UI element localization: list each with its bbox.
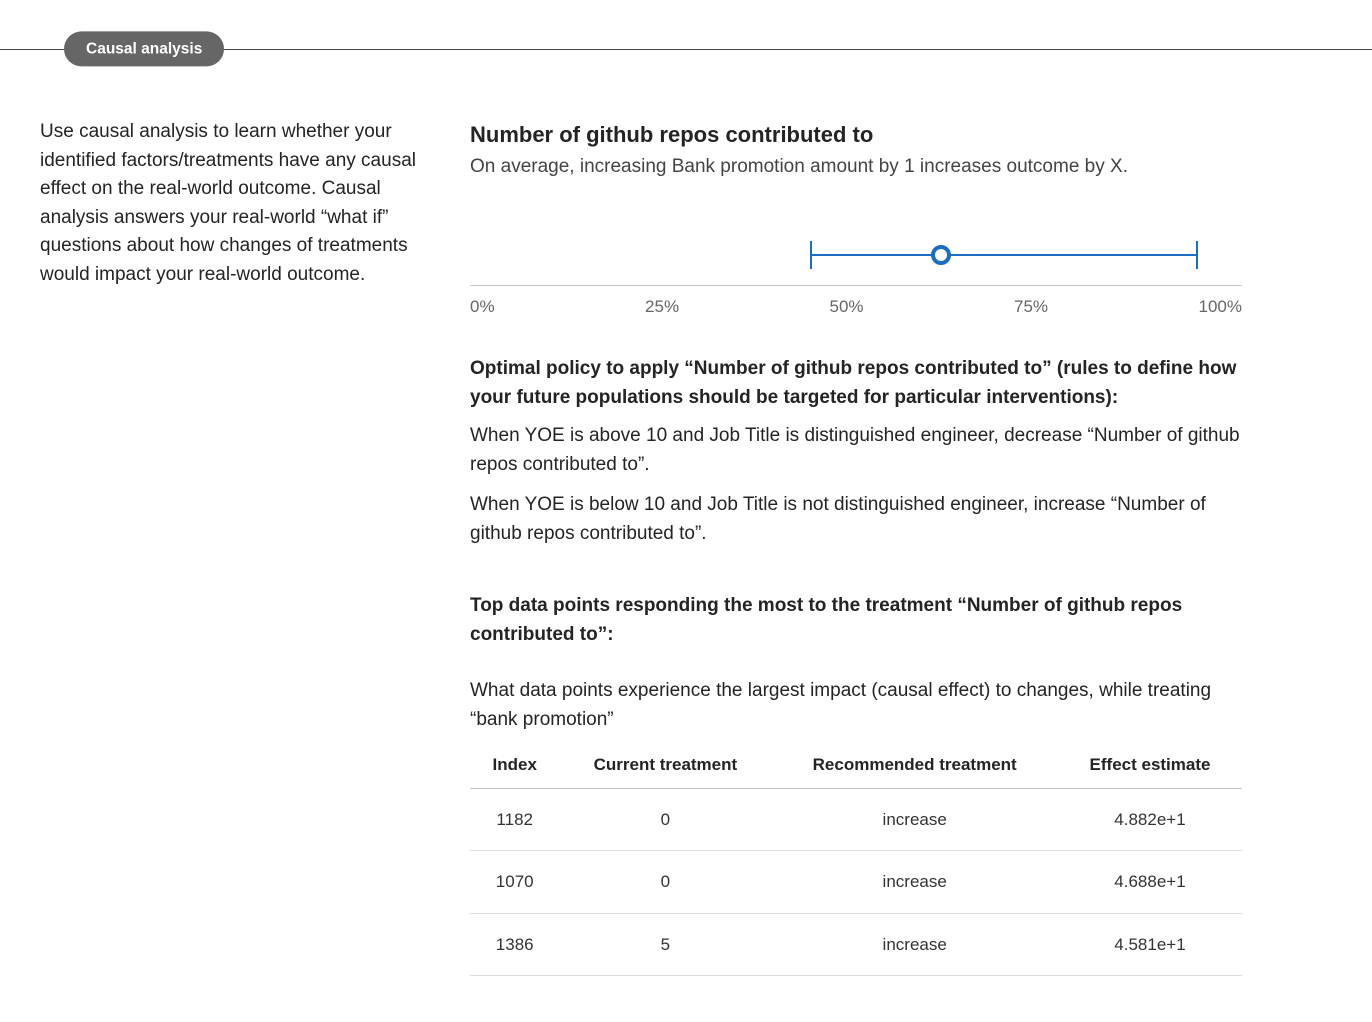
table-row: 10700increase4.688e+1 <box>470 851 1242 914</box>
top-points-table: Index Current treatment Recommended trea… <box>470 742 1242 976</box>
top-points-heading: Top data points responding the most to t… <box>470 592 1242 649</box>
table-cell: 4.882e+1 <box>1058 788 1242 851</box>
section-divider: Causal analysis <box>0 38 1372 60</box>
tick: 50% <box>830 294 864 320</box>
main-content: Use causal analysis to learn whether you… <box>0 60 1372 1016</box>
intro-text: Use causal analysis to learn whether you… <box>40 118 430 289</box>
treatment-title: Number of github repos contributed to <box>470 118 1242 151</box>
left-column: Use causal analysis to learn whether you… <box>40 118 430 976</box>
top-points-desc: What data points experience the largest … <box>470 677 1242 734</box>
table-cell: 1182 <box>470 788 559 851</box>
ci-point <box>931 245 951 265</box>
section-pill: Causal analysis <box>64 31 224 66</box>
table-cell: 1386 <box>470 913 559 976</box>
table-cell: 1070 <box>470 851 559 914</box>
ci-chart: 0% 25% 50% 75% 100% <box>470 220 1242 320</box>
th-index: Index <box>470 742 559 788</box>
table-cell: 0 <box>559 788 771 851</box>
table-cell: 0 <box>559 851 771 914</box>
table-cell: 4.581e+1 <box>1058 913 1242 976</box>
treatment-subtitle: On average, increasing Bank promotion am… <box>470 153 1242 182</box>
policy-rule-2: When YOE is below 10 and Job Title is no… <box>470 491 1242 548</box>
table-header-row: Index Current treatment Recommended trea… <box>470 742 1242 788</box>
table-cell: 5 <box>559 913 771 976</box>
table-cell: increase <box>771 851 1058 914</box>
tick: 0% <box>470 294 495 320</box>
th-recommended: Recommended treatment <box>771 742 1058 788</box>
table-cell: increase <box>771 913 1058 976</box>
right-column: Number of github repos contributed to On… <box>470 118 1332 976</box>
table-cell: 4.688e+1 <box>1058 851 1242 914</box>
table-row: 11820increase4.882e+1 <box>470 788 1242 851</box>
chart-axis <box>470 238 1242 286</box>
table-row: 13865increase4.581e+1 <box>470 913 1242 976</box>
policy-rule-1: When YOE is above 10 and Job Title is di… <box>470 422 1242 479</box>
th-current: Current treatment <box>559 742 771 788</box>
optimal-policy-heading: Optimal policy to apply “Number of githu… <box>470 355 1242 412</box>
ci-bar <box>810 254 1196 256</box>
tick: 25% <box>645 294 679 320</box>
th-effect: Effect estimate <box>1058 742 1242 788</box>
tick: 75% <box>1014 294 1048 320</box>
table-cell: increase <box>771 788 1058 851</box>
ci-upper-cap <box>1196 241 1198 269</box>
tick: 100% <box>1198 294 1241 320</box>
chart-ticks: 0% 25% 50% 75% 100% <box>470 294 1242 320</box>
